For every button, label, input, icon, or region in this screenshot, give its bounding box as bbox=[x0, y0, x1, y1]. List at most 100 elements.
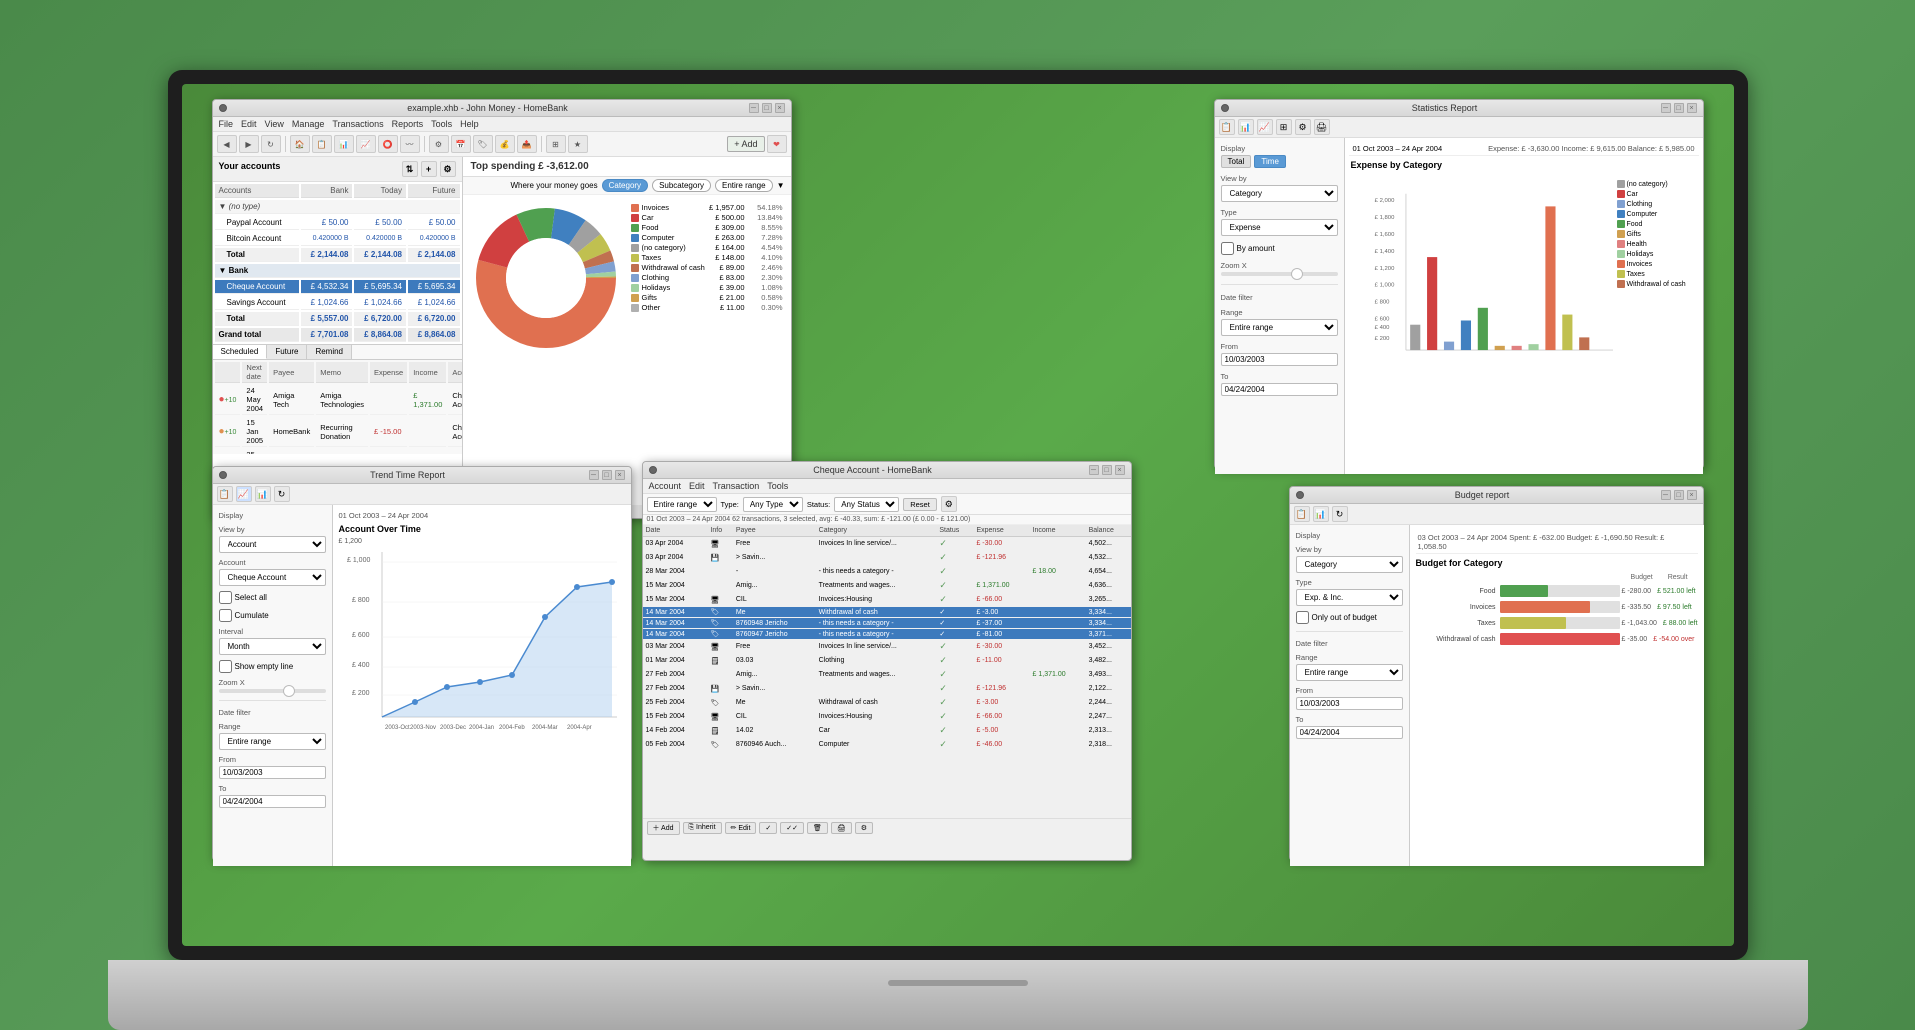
menu-edit[interactable]: Edit bbox=[241, 119, 257, 129]
clear-btn[interactable]: ✓ bbox=[759, 822, 777, 834]
table-row[interactable]: 15 Mar 2004 Amig... Treatments and wages… bbox=[643, 579, 1131, 593]
budget-view-by-select[interactable]: Category bbox=[1296, 556, 1403, 573]
stats-close[interactable]: × bbox=[1687, 103, 1697, 113]
only-over-budget-checkbox[interactable] bbox=[1296, 611, 1309, 624]
refresh-btn[interactable]: ↻ bbox=[261, 135, 281, 153]
budget-close[interactable]: × bbox=[1687, 490, 1697, 500]
cheque-min[interactable]: ─ bbox=[1089, 465, 1099, 475]
inherit-btn[interactable]: ⎘ Inherit bbox=[683, 822, 722, 834]
accounts-icon-btn-2[interactable]: + bbox=[421, 161, 437, 177]
cheque-menu-edit[interactable]: Edit bbox=[689, 481, 705, 491]
tab-scheduled[interactable]: Scheduled bbox=[213, 345, 268, 359]
settings-btn[interactable]: ⚙ bbox=[429, 135, 449, 153]
table-row[interactable]: 01 Mar 2004 🗒 03.03 Clothing ✓ £ -11.00 … bbox=[643, 654, 1131, 668]
budget-max[interactable]: □ bbox=[1674, 490, 1684, 500]
calendar-btn[interactable]: 📅 bbox=[451, 135, 471, 153]
table-row[interactable]: 03 Apr 2004 💾 > Savin... ✓ £ -121.96 4,5… bbox=[643, 551, 1131, 565]
table-row[interactable]: 14 Feb 2004 🗒 14.02 Car ✓ £ -5.00 2,313.… bbox=[643, 724, 1131, 738]
cheque-status-select[interactable]: Any Status bbox=[834, 497, 899, 512]
trend-icon-2[interactable]: 📈 bbox=[236, 486, 252, 502]
table-row-highlighted[interactable]: 14 Mar 2004 🏷 8760947 Jericho - this nee… bbox=[643, 629, 1131, 640]
table-row[interactable]: Bitcoin Account 0.420000 B 0.420000 B 0.… bbox=[215, 232, 460, 246]
table-row[interactable]: Paypal Account £ 50.00 £ 50.00 £ 50.00 bbox=[215, 216, 460, 230]
by-amount-check[interactable] bbox=[1221, 242, 1234, 255]
home-btn[interactable]: 🏠 bbox=[290, 135, 310, 153]
trend-max[interactable]: □ bbox=[602, 470, 612, 480]
add-transaction-footer-btn[interactable]: ＋ Add bbox=[647, 821, 680, 835]
grid-btn[interactable]: ⊞ bbox=[546, 135, 566, 153]
table-row[interactable]: 15 Mar 2004 🖥 CIL Invoices:Housing ✓ £ -… bbox=[643, 593, 1131, 607]
trend-to-input[interactable] bbox=[219, 795, 326, 808]
reset-filter-btn[interactable]: Reset bbox=[903, 498, 937, 511]
stats-min[interactable]: ─ bbox=[1661, 103, 1671, 113]
budget-from-input[interactable] bbox=[1296, 697, 1403, 710]
table-row[interactable]: 15 Feb 2004 🖥 CIL Invoices:Housing ✓ £ -… bbox=[643, 710, 1131, 724]
budget-type-select[interactable]: Exp. & Inc. bbox=[1296, 589, 1403, 606]
cheque-max[interactable]: □ bbox=[1102, 465, 1112, 475]
show-empty-checkbox[interactable] bbox=[219, 660, 232, 673]
cheque-menu-tools[interactable]: Tools bbox=[767, 481, 788, 491]
mode-time-btn[interactable]: Time bbox=[1254, 155, 1285, 168]
budget-icon-1[interactable]: 📋 bbox=[1294, 506, 1310, 522]
view-by-select[interactable]: Category bbox=[1221, 185, 1338, 202]
to-date-input[interactable] bbox=[1221, 383, 1338, 396]
table-row[interactable]: 03 Mar 2004 🖥 Free Invoices In line serv… bbox=[643, 640, 1131, 654]
tab-remind[interactable]: Remind bbox=[307, 345, 352, 359]
budget-min[interactable]: ─ bbox=[1661, 490, 1671, 500]
back-btn[interactable]: ◀ bbox=[217, 135, 237, 153]
line-btn[interactable]: 〰 bbox=[400, 135, 420, 153]
from-date-input[interactable] bbox=[1221, 353, 1338, 366]
cheque-filter-icon[interactable]: ⚙ bbox=[941, 496, 957, 512]
table-row[interactable]: 27 Feb 2004 Amig... Treatments and wages… bbox=[643, 668, 1131, 682]
reconcile-btn[interactable]: ✓✓ bbox=[780, 822, 804, 834]
stats-close-dot[interactable] bbox=[1221, 104, 1229, 112]
cheque-account-row[interactable]: Cheque Account £ 4,532.34 £ 5,695.34 £ 5… bbox=[215, 280, 460, 294]
cheque-range-select[interactable]: Entire range bbox=[647, 497, 717, 512]
star-btn[interactable]: ★ bbox=[568, 135, 588, 153]
trend-view-by-select[interactable]: Account bbox=[219, 536, 326, 553]
accounts-icon-btn-3[interactable]: ⚙ bbox=[440, 161, 456, 177]
stats-icon-6[interactable]: 🖨 bbox=[1314, 119, 1330, 135]
menu-manage[interactable]: Manage bbox=[292, 119, 325, 129]
forward-btn[interactable]: ▶ bbox=[239, 135, 259, 153]
accounts-icon-btn-1[interactable]: ⇅ bbox=[402, 161, 418, 177]
trend-icon-4[interactable]: ↻ bbox=[274, 486, 290, 502]
maximize-btn[interactable]: □ bbox=[762, 103, 772, 113]
cheque-menu-account[interactable]: Account bbox=[649, 481, 682, 491]
menu-reports[interactable]: Reports bbox=[392, 119, 424, 129]
select-all-checkbox[interactable] bbox=[219, 591, 232, 604]
budget-icon-2[interactable]: 📊 bbox=[1313, 506, 1329, 522]
trend-icon-1[interactable]: 📋 bbox=[217, 486, 233, 502]
stats-icon-2[interactable]: 📊 bbox=[1238, 119, 1254, 135]
interval-select[interactable]: Month bbox=[219, 638, 326, 655]
zoom-handle[interactable] bbox=[1291, 268, 1303, 280]
menu-view[interactable]: View bbox=[265, 119, 284, 129]
trend-from-input[interactable] bbox=[219, 766, 326, 779]
menu-tools[interactable]: Tools bbox=[431, 119, 452, 129]
trend-account-select[interactable]: Cheque Account bbox=[219, 569, 326, 586]
print-btn[interactable]: 🖨 bbox=[831, 822, 852, 834]
account-btn[interactable]: 📋 bbox=[312, 135, 332, 153]
budget-to-input[interactable] bbox=[1296, 726, 1403, 739]
savings-account-row[interactable]: Savings Account £ 1,024.66 £ 1,024.66 £ … bbox=[215, 296, 460, 310]
table-row-highlighted[interactable]: 14 Mar 2004 🏷 8760948 Jericho - this nee… bbox=[643, 618, 1131, 629]
stats-max[interactable]: □ bbox=[1674, 103, 1684, 113]
table-row[interactable]: 05 Feb 2004 🏷 8760946 Auch... Computer ✓… bbox=[643, 738, 1131, 752]
cheque-close[interactable]: × bbox=[1115, 465, 1125, 475]
trend-close[interactable]: × bbox=[615, 470, 625, 480]
settings-footer-btn[interactable]: ⚙ bbox=[855, 822, 873, 834]
sched-row[interactable]: ●+10 24 May 2004 Amiga Tech Amiga Techno… bbox=[215, 385, 462, 415]
table-row[interactable]: 28 Mar 2004 - - this needs a category - … bbox=[643, 565, 1131, 579]
donate-btn[interactable]: ❤ bbox=[767, 135, 787, 153]
tag-btn[interactable]: 🏷 bbox=[473, 135, 493, 153]
stats-icon-1[interactable]: 📋 bbox=[1219, 119, 1235, 135]
menu-file[interactable]: File bbox=[219, 119, 234, 129]
cheque-close-dot[interactable] bbox=[649, 466, 657, 474]
chart-btn[interactable]: 📊 bbox=[334, 135, 354, 153]
table-row-highlighted[interactable]: 14 Mar 2004 🏷 Me Withdrawal of cash ✓ £ … bbox=[643, 607, 1131, 618]
mode-total-btn[interactable]: Total bbox=[1221, 155, 1252, 168]
filter-dropdown-icon[interactable]: ▼ bbox=[777, 181, 785, 190]
pie-btn[interactable]: ⭕ bbox=[378, 135, 398, 153]
minimize-btn[interactable]: ─ bbox=[749, 103, 759, 113]
edit-transaction-btn[interactable]: ✏ Edit bbox=[725, 822, 757, 834]
